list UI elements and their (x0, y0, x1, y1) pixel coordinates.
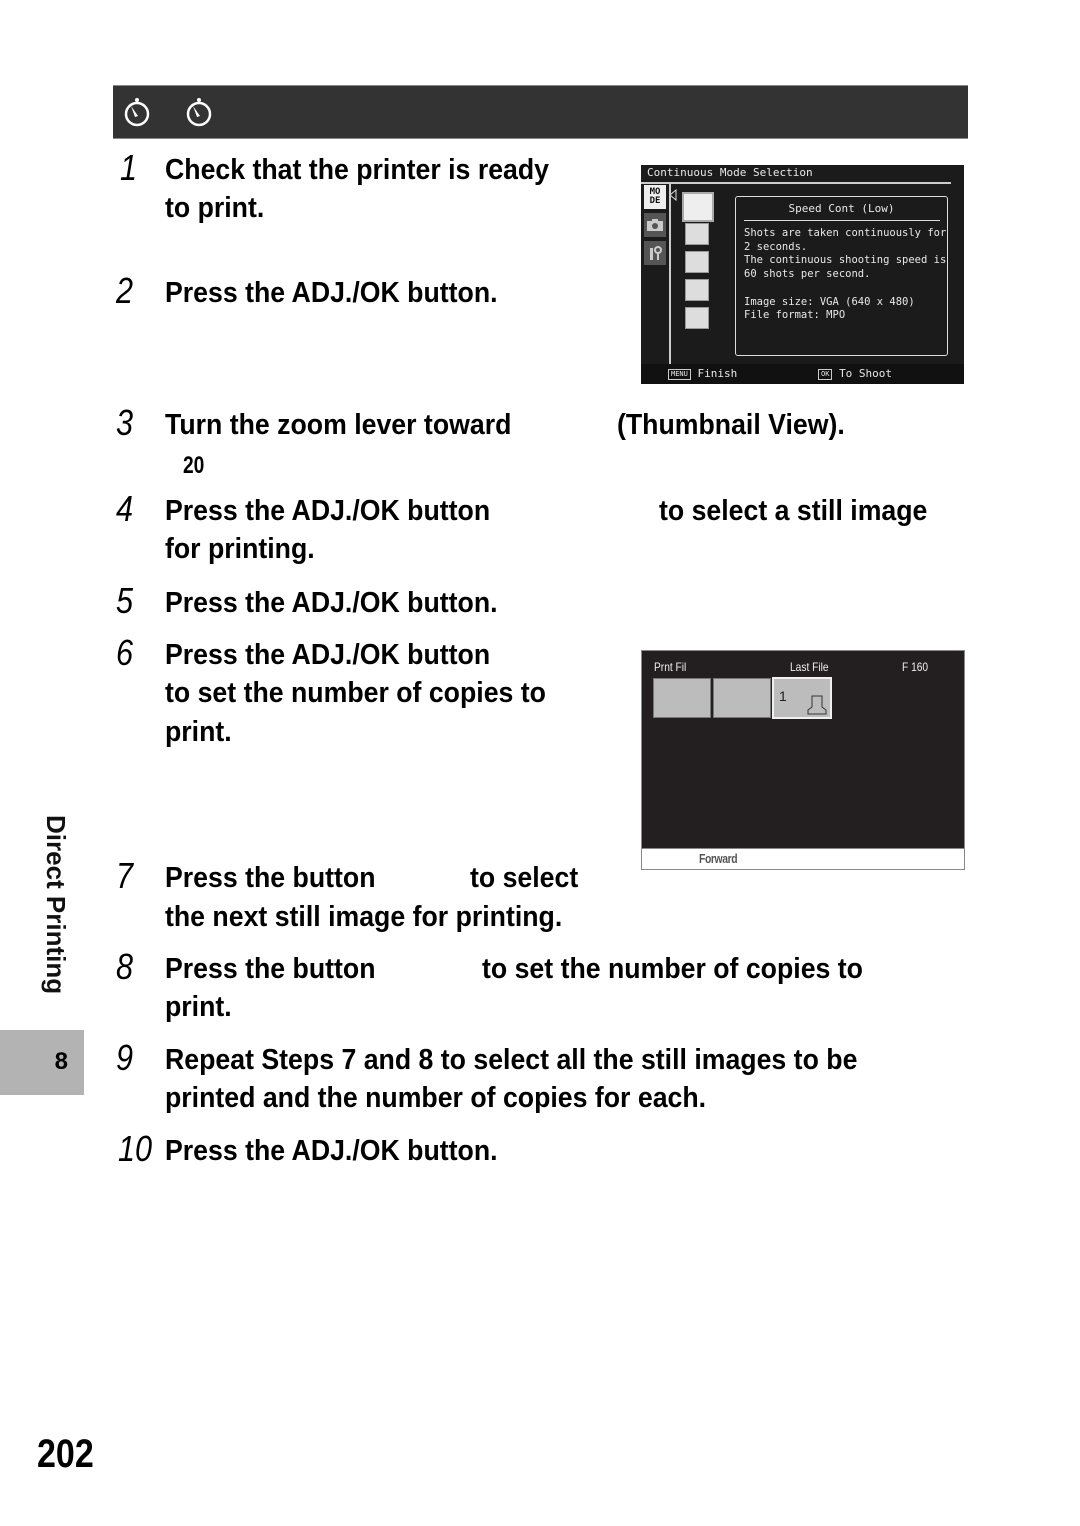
step-number: 5 (116, 580, 134, 621)
camera-screen-continuous-mode: Continuous Mode Selection MO DE Speed Co… (641, 165, 964, 384)
step-text: to set the number of copies to (165, 677, 546, 709)
step-text: for printing. (165, 533, 315, 565)
file-number-label: F 160 (902, 660, 929, 674)
camera-tab[interactable] (644, 213, 666, 237)
step-text: to set the number of copies to (482, 953, 863, 985)
divider (669, 184, 671, 364)
step-text: Repeat Steps 7 and 8 to select all the s… (165, 1044, 858, 1076)
step-text: Press the ADJ./OK button. (165, 277, 498, 309)
step-text: Press the ADJ./OK button. (165, 587, 498, 619)
self-timer-icon (186, 98, 212, 127)
step-text: print. (165, 716, 232, 748)
mode-name: Speed Cont (Low) (788, 202, 895, 215)
mode-description: Shots are taken continuously for 2 secon… (744, 227, 947, 322)
thumbnail[interactable] (713, 678, 771, 718)
finish-label: Finish (697, 367, 738, 380)
step-number: 8 (116, 946, 134, 987)
step-number: 6 (116, 632, 134, 673)
step-number: 3 (116, 402, 134, 443)
chapter-number: 8 (54, 1048, 68, 1075)
step-number: 7 (116, 855, 134, 896)
step-text: the next still image for printing. (165, 901, 563, 933)
chapter-tab: 8 (0, 1030, 84, 1095)
tools-icon (650, 246, 662, 260)
continuous-mode-option[interactable] (682, 192, 714, 222)
step-text: Press the button (165, 862, 376, 894)
mode-tab-label: MO DE (649, 187, 661, 206)
forward-label: Forward (699, 851, 738, 866)
divider (744, 220, 940, 221)
step-text: printed and the number of copies for eac… (165, 1082, 707, 1114)
step-text: to print. (165, 192, 265, 224)
step-number: 10 (118, 1128, 153, 1169)
screen-title: Continuous Mode Selection (647, 166, 813, 179)
camera-icon (647, 219, 663, 231)
section-title: Direct Printing (41, 815, 71, 995)
step-number: 1 (120, 147, 138, 188)
section-header-bar (113, 85, 968, 139)
section-side-title: Direct Printing (40, 815, 86, 1020)
m-cont-5m-option[interactable] (685, 223, 709, 245)
step-number: 2 (116, 270, 134, 311)
step-text: Turn the zoom lever toward (165, 409, 512, 441)
copies-count: 1 (779, 688, 787, 704)
step-text: (Thumbnail View). (617, 409, 845, 441)
speed-cont-120-option[interactable] (685, 307, 709, 329)
step-text: print. (165, 991, 232, 1023)
step-text: to select (470, 862, 579, 894)
speed-cont-60-option[interactable] (685, 279, 709, 301)
thumbnail-selected[interactable]: 1 (772, 677, 832, 719)
print-icon (807, 695, 827, 715)
step-number: 9 (116, 1037, 134, 1078)
print-file-label: Prnt Fil (654, 660, 687, 674)
self-timer-icon (124, 98, 150, 127)
step-text: Press the ADJ./OK button (165, 639, 491, 671)
menu-key-icon: MENU (668, 368, 691, 380)
camera-screen-print-selection: Prnt Fil Last File F 160 1 Forward (641, 650, 965, 870)
step-text: to select a still image (659, 495, 928, 527)
divider (641, 182, 951, 184)
screen-footer: Forward (642, 848, 964, 869)
step-text: Check that the printer is ready (165, 154, 550, 186)
page-number: 202 (37, 1432, 94, 1476)
mode-tab[interactable]: MO DE (644, 185, 666, 209)
thumbnail[interactable] (653, 678, 711, 718)
page-reference: 20 (183, 452, 205, 479)
mode-description-box: Speed Cont (Low) Shots are taken continu… (735, 196, 948, 356)
m-cont-2m-option[interactable] (685, 251, 709, 273)
step-text: Press the button (165, 953, 376, 985)
step-text: Press the ADJ./OK button. (165, 1135, 498, 1167)
setup-tab[interactable] (644, 241, 666, 265)
step-text: Press the ADJ./OK button (165, 495, 491, 527)
ok-key-icon: OK (818, 368, 833, 380)
last-file-label: Last File (790, 660, 829, 674)
step-number: 4 (116, 488, 134, 529)
to-shoot-label: To Shoot (839, 367, 893, 380)
screen-footer: MENU Finish OK To Shoot (641, 364, 964, 384)
